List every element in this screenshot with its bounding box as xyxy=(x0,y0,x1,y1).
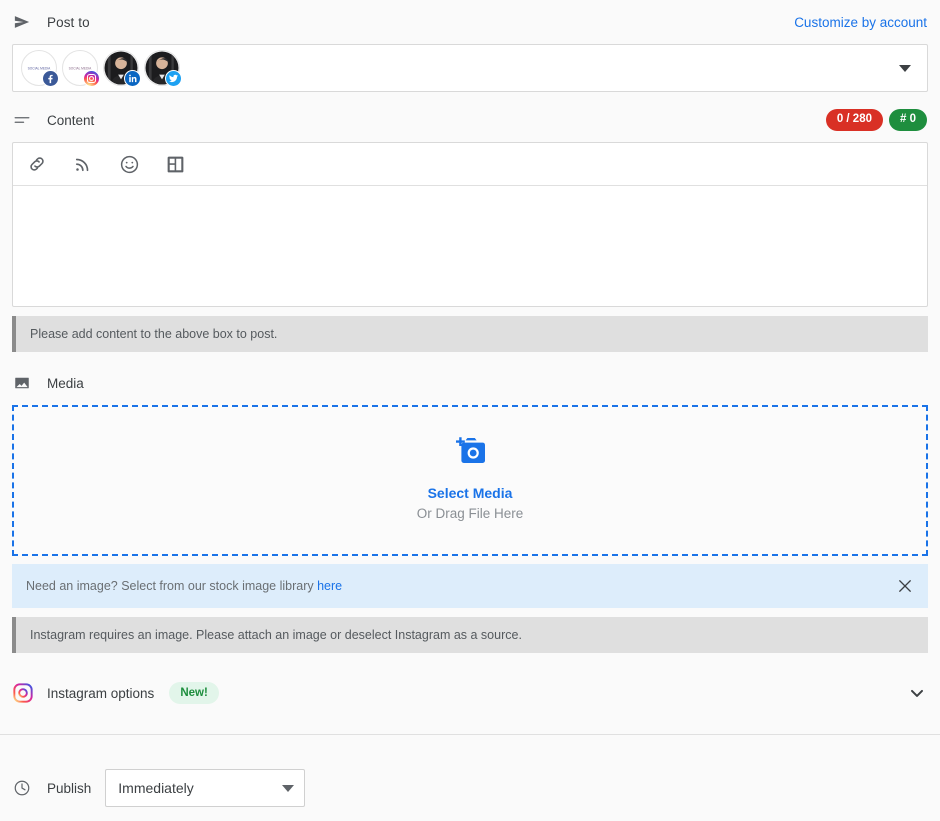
counter-group: 0 / 280 # 0 xyxy=(825,109,927,131)
instagram-icon xyxy=(83,70,100,87)
media-header: Media xyxy=(0,361,940,405)
add-photo-icon xyxy=(455,437,485,469)
media-dropzone[interactable]: Select Media Or Drag File Here xyxy=(12,405,928,556)
select-media-label: Select Media xyxy=(427,484,513,501)
section-divider xyxy=(0,734,940,735)
stock-image-notice: Need an image? Select from our stock ima… xyxy=(12,564,928,608)
insert-feed-button[interactable] xyxy=(71,152,95,176)
caret-down-icon xyxy=(282,784,295,792)
media-label: Media xyxy=(47,375,84,391)
editor-toolbar xyxy=(13,143,927,186)
account-avatar-facebook[interactable]: SOCIAL MEDIA xyxy=(21,50,59,87)
publish-time-value: Immediately xyxy=(118,780,194,796)
publish-label: Publish xyxy=(47,780,92,796)
content-required-alert: Please add content to the above box to p… xyxy=(12,316,928,352)
selected-accounts-list: SOCIAL MEDIA SOCIAL MEDIA xyxy=(21,50,182,87)
stock-image-prefix: Need an image? Select from our stock ima… xyxy=(26,579,318,593)
chevron-down-icon[interactable] xyxy=(907,683,927,703)
linkedin-icon xyxy=(124,70,141,87)
facebook-icon xyxy=(42,70,59,87)
stock-image-text: Need an image? Select from our stock ima… xyxy=(26,579,342,593)
drag-file-label: Or Drag File Here xyxy=(416,505,524,521)
content-header: Content 0 / 280 # 0 xyxy=(0,98,940,142)
content-textarea[interactable] xyxy=(13,186,927,306)
clock-icon xyxy=(13,779,31,797)
instagram-options-label: Instagram options xyxy=(47,685,155,701)
new-badge: New! xyxy=(169,681,219,705)
stock-image-library-link[interactable]: here xyxy=(317,579,342,593)
insert-link-button[interactable] xyxy=(25,152,49,176)
post-to-label: Post to xyxy=(47,14,90,30)
instagram-options-row[interactable]: Instagram options New! xyxy=(0,666,940,720)
send-icon xyxy=(13,13,31,31)
character-counter-badge: 0 / 280 xyxy=(825,109,883,131)
hashtag-counter-badge: # 0 xyxy=(889,109,927,131)
account-avatar-twitter[interactable] xyxy=(144,50,182,87)
publish-row: Publish Immediately xyxy=(0,755,940,821)
account-avatar-linkedin[interactable] xyxy=(103,50,141,87)
post-to-header: Post to Customize by account xyxy=(0,0,940,44)
publish-time-select[interactable]: Immediately xyxy=(105,769,306,807)
insert-template-button[interactable] xyxy=(163,152,187,176)
content-lines-icon xyxy=(13,111,31,129)
insert-emoji-button[interactable] xyxy=(117,152,141,176)
image-icon xyxy=(13,374,31,392)
instagram-icon xyxy=(13,683,33,703)
account-selector[interactable]: SOCIAL MEDIA SOCIAL MEDIA xyxy=(12,44,928,92)
close-icon[interactable] xyxy=(896,577,914,595)
content-label: Content xyxy=(47,112,95,128)
customize-by-account-link[interactable]: Customize by account xyxy=(794,15,927,30)
content-editor xyxy=(12,142,928,307)
account-avatar-instagram[interactable]: SOCIAL MEDIA xyxy=(62,50,100,87)
twitter-icon xyxy=(165,70,182,87)
instagram-image-alert: Instagram requires an image. Please atta… xyxy=(12,617,928,653)
caret-down-icon[interactable] xyxy=(899,64,911,72)
